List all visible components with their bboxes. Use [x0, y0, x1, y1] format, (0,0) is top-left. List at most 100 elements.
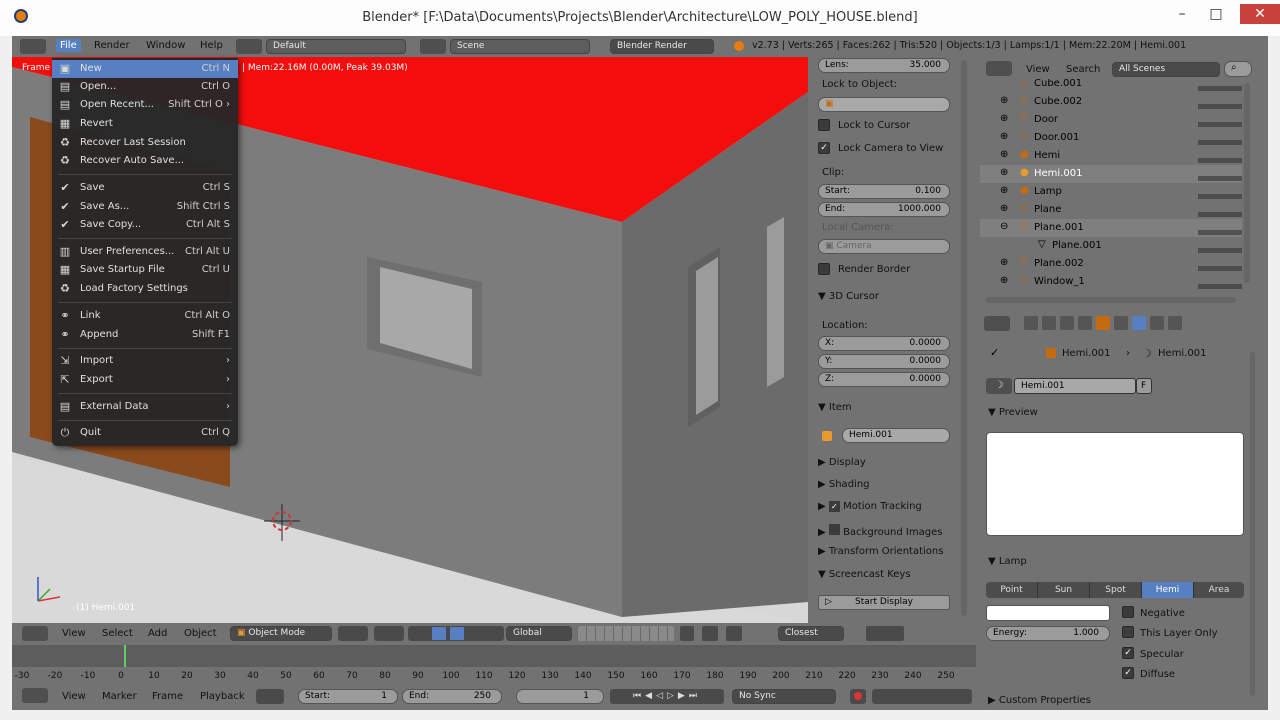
viewport-view-menu[interactable]: View: [62, 628, 86, 639]
editor-type-icon[interactable]: [20, 39, 46, 54]
menu-item-import[interactable]: ⇲ Import ›: [52, 352, 238, 370]
background-images-section-header[interactable]: ▶ Background Images: [818, 524, 942, 538]
pivot-select[interactable]: [374, 626, 404, 641]
lamp-type-sun[interactable]: Sun: [1038, 582, 1090, 598]
context-tab-constraints-icon[interactable]: [1114, 316, 1128, 330]
menu-item-link[interactable]: ⚭ Link Ctrl Alt O: [52, 307, 238, 325]
render-border-checkbox[interactable]: [818, 263, 830, 275]
manipulator-rotate-icon[interactable]: [450, 627, 464, 640]
shading-select[interactable]: [338, 626, 368, 641]
lock-camera-checkbox[interactable]: ✓: [818, 142, 830, 154]
lamp-type-spot[interactable]: Spot: [1090, 582, 1142, 598]
shading-section-header[interactable]: ▶ Shading: [818, 479, 870, 490]
cursor-z-field[interactable]: Z: 0.0000: [818, 372, 950, 387]
lamp-type-hemi[interactable]: Hemi: [1142, 582, 1194, 598]
negative-checkbox[interactable]: [1122, 606, 1134, 618]
current-frame-field[interactable]: 1: [516, 689, 604, 704]
cursor-y-field[interactable]: Y: 0.0000: [818, 354, 950, 369]
outliner-filter-select[interactable]: All Scenes: [1112, 62, 1220, 77]
close-button[interactable]: ✕: [1240, 4, 1280, 24]
context-tab-world-icon[interactable]: [1078, 316, 1092, 330]
orientation-select[interactable]: Global: [506, 626, 572, 641]
cursor-section-header[interactable]: ▼ 3D Cursor: [818, 291, 879, 302]
minimize-button[interactable]: –: [1164, 0, 1200, 28]
motion-tracking-checkbox[interactable]: ✓: [828, 501, 840, 512]
item-section-header[interactable]: ▼ Item: [818, 402, 852, 413]
timeline[interactable]: -30 -20 -10 0 10 20 30 40 50 60 70 80 90 100 110 120 130…: [12, 645, 976, 685]
context-tab-object-icon[interactable]: [1096, 316, 1110, 330]
sync-select[interactable]: No Sync: [732, 689, 836, 704]
lamp-section-header[interactable]: ▼ Lamp: [988, 556, 1027, 567]
menu-item-save-copy[interactable]: ✔ Save Copy... Ctrl Alt S: [52, 216, 238, 234]
snap-target-select[interactable]: Closest: [778, 626, 844, 641]
menu-render[interactable]: Render: [94, 40, 130, 51]
lamp-datablock-field[interactable]: Hemi.001: [1014, 378, 1136, 394]
menu-item-new[interactable]: ▣ New Ctrl N: [52, 60, 238, 78]
screencast-section-header[interactable]: ▼ Screencast Keys: [818, 569, 911, 580]
timeline-frame-menu[interactable]: Frame: [152, 691, 183, 702]
menu-item-revert[interactable]: ▦ Revert: [52, 115, 238, 133]
outliner-scrollbar[interactable]: [1244, 83, 1250, 283]
proportional-edit-icon[interactable]: [702, 626, 718, 641]
specular-checkbox[interactable]: ✓: [1122, 647, 1134, 659]
layout-icon[interactable]: [236, 39, 262, 54]
layer-buttons[interactable]: [578, 626, 674, 641]
energy-field[interactable]: Energy: 1.000: [986, 626, 1110, 641]
manipulator-toggles[interactable]: [408, 626, 504, 641]
scene-icon[interactable]: [420, 39, 446, 54]
menu-item-save[interactable]: ✔ Save Ctrl S: [52, 179, 238, 197]
display-section-header[interactable]: ▶ Display: [818, 457, 866, 468]
outliner-editor-icon[interactable]: [986, 61, 1012, 76]
menu-item-append[interactable]: ⚭ Append Shift F1: [52, 326, 238, 344]
viewport-editor-icon[interactable]: [22, 626, 48, 641]
motion-tracking-section-header[interactable]: ▶ ✓ Motion Tracking: [818, 501, 922, 512]
end-frame-field[interactable]: End: 250: [402, 689, 502, 704]
lamp-type-point[interactable]: Point: [986, 582, 1038, 598]
preview-section-header[interactable]: ▼ Preview: [988, 407, 1038, 418]
viewport-select-menu[interactable]: Select: [102, 628, 133, 639]
local-camera-field[interactable]: ▣ Camera: [818, 239, 950, 254]
menu-item-external-data[interactable]: ▤ External Data ›: [52, 398, 238, 416]
context-tab-layers-icon[interactable]: [1042, 316, 1056, 330]
menu-item-export[interactable]: ⇱ Export ›: [52, 371, 238, 389]
this-layer-only-checkbox[interactable]: [1122, 626, 1134, 638]
outliner-visibility-column[interactable]: [1198, 81, 1242, 293]
pin-icon[interactable]: ✓: [990, 346, 999, 359]
viewport-object-menu[interactable]: Object: [184, 628, 217, 639]
preview-range-icon[interactable]: [256, 689, 284, 704]
properties-scrollbar[interactable]: [1250, 352, 1255, 696]
opengl-render-icon[interactable]: [866, 626, 904, 641]
lock-to-cursor-checkbox[interactable]: [818, 119, 830, 131]
lamp-color-swatch[interactable]: [986, 605, 1110, 621]
maximize-button[interactable]: □: [1198, 0, 1234, 28]
lamp-datablock-icon[interactable]: ☽: [986, 378, 1012, 394]
lamp-type-area[interactable]: Area: [1194, 582, 1244, 598]
render-engine-select[interactable]: Blender Render: [610, 39, 714, 54]
context-tab-render-icon[interactable]: [1024, 316, 1038, 330]
timeline-editor-icon[interactable]: [22, 688, 48, 703]
menu-item-save-as[interactable]: ✔ Save As... Shift Ctrl S: [52, 198, 238, 216]
fake-user-button[interactable]: F: [1136, 378, 1152, 394]
menu-window[interactable]: Window: [146, 40, 185, 51]
object-mode-select[interactable]: ▣ Object Mode: [230, 626, 332, 641]
timeline-playback-menu[interactable]: Playback: [200, 691, 245, 702]
clip-start-field[interactable]: Start: 0.100: [818, 184, 950, 199]
background-images-checkbox[interactable]: [828, 524, 840, 535]
lock-object-field[interactable]: ▣: [818, 97, 950, 112]
viewport-add-menu[interactable]: Add: [148, 628, 167, 639]
menu-item-quit[interactable]: ⏻ Quit Ctrl Q: [52, 424, 238, 442]
lens-field[interactable]: Lens: 35.000: [818, 58, 950, 73]
menu-item-user-preferences[interactable]: ▥ User Preferences... Ctrl Alt U: [52, 243, 238, 261]
menu-item-open-recent[interactable]: ▤ Open Recent... Shift Ctrl O ›: [52, 96, 238, 114]
outliner-search-input[interactable]: ⌕: [1224, 61, 1252, 77]
item-name-field[interactable]: Hemi.001: [842, 428, 950, 443]
outliner-view-menu[interactable]: View: [1026, 64, 1050, 75]
scene-field[interactable]: Scene: [450, 39, 590, 54]
menu-item-save-startup[interactable]: ▦ Save Startup File Ctrl U: [52, 261, 238, 279]
menu-item-open[interactable]: ▤ Open... Ctrl O: [52, 78, 238, 96]
start-display-button[interactable]: ▷ Start Display: [818, 595, 950, 610]
record-icon[interactable]: [850, 689, 866, 704]
menu-help[interactable]: Help: [200, 40, 223, 51]
diffuse-checkbox[interactable]: ✓: [1122, 667, 1134, 679]
transform-orientations-section-header[interactable]: ▶ Transform Orientations: [818, 546, 943, 557]
